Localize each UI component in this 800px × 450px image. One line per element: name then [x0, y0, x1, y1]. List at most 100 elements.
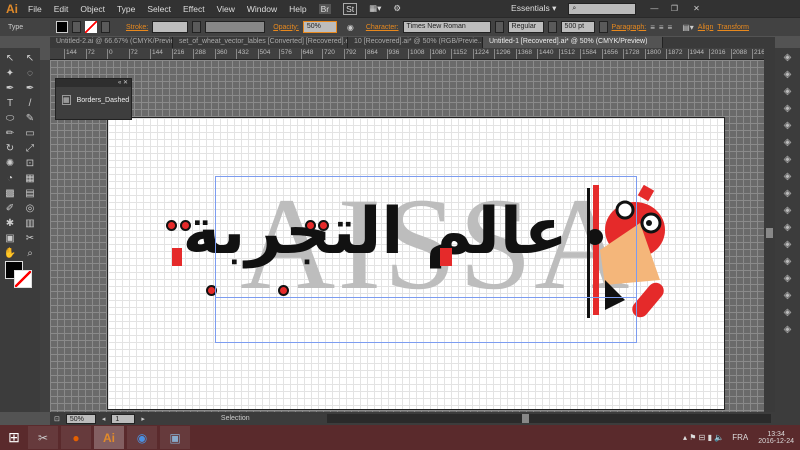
- zoom-tool-icon[interactable]: ⌕: [27, 248, 33, 263]
- transform-icon[interactable]: ◈: [784, 290, 792, 301]
- menu-object[interactable]: Object: [80, 4, 105, 14]
- symbols-icon[interactable]: ◈: [784, 120, 792, 131]
- stroke-weight-input[interactable]: [152, 21, 189, 33]
- windows-start-icon[interactable]: ⊞: [0, 429, 28, 446]
- chrome-icon[interactable]: ◉: [127, 426, 157, 449]
- menu-edit[interactable]: Edit: [54, 4, 69, 14]
- warp-tool-icon[interactable]: ✺: [6, 158, 14, 173]
- stroke-dropdown[interactable]: [101, 21, 110, 33]
- align-left-icon[interactable]: ≡: [650, 23, 655, 32]
- libraries-icon[interactable]: ◈: [784, 324, 792, 335]
- restore-button[interactable]: ❐: [664, 4, 684, 13]
- search-input[interactable]: ⌕: [568, 2, 637, 15]
- eraser-tool-icon[interactable]: ▭: [25, 128, 34, 143]
- variable-width-profile[interactable]: [205, 21, 266, 33]
- text-options-icon[interactable]: ▤▾: [682, 23, 694, 32]
- ellipse-tool-icon[interactable]: ⬭: [6, 113, 15, 128]
- fill-dropdown[interactable]: [72, 21, 81, 33]
- zoom-input[interactable]: 50%: [65, 413, 96, 424]
- close-button[interactable]: ✕: [684, 4, 708, 13]
- menu-help[interactable]: Help: [289, 4, 306, 14]
- horizontal-scrollbar[interactable]: [326, 414, 771, 423]
- menu-select[interactable]: Select: [147, 4, 171, 14]
- brushes-icon[interactable]: ◈: [784, 103, 792, 114]
- clock-date[interactable]: 2016-12-24: [758, 438, 794, 445]
- rotate-tool-icon[interactable]: ↻: [6, 143, 14, 158]
- opacity-label[interactable]: Opacity:: [273, 24, 299, 31]
- menu-file[interactable]: File: [28, 4, 42, 14]
- stock-button[interactable]: St: [343, 2, 358, 15]
- panel-header[interactable]: « ✕: [56, 79, 131, 87]
- selection-bounding-box[interactable]: [215, 176, 637, 343]
- align-link[interactable]: Align: [698, 24, 714, 31]
- artboard-icon[interactable]: ⊡: [54, 415, 60, 423]
- brushes-panel[interactable]: « ✕ ▦ Borders_Dashed: [55, 78, 132, 120]
- selection-tool-icon[interactable]: ↖: [6, 53, 14, 68]
- opacity-input[interactable]: 50%: [302, 21, 337, 33]
- menu-effect[interactable]: Effect: [183, 4, 205, 14]
- stroke-swatch[interactable]: [85, 21, 97, 33]
- curvature-tool-icon[interactable]: ✒: [26, 83, 34, 98]
- symbol-sprayer-tool-icon[interactable]: ✱: [6, 218, 14, 233]
- font-family-dropdown[interactable]: [494, 21, 504, 33]
- free-transform-tool-icon[interactable]: ⊡: [26, 158, 34, 173]
- links-icon[interactable]: ◈: [784, 307, 792, 318]
- shape-builder-tool-icon[interactable]: ◔: [7, 173, 13, 188]
- artboard-number-input[interactable]: 1: [111, 413, 136, 424]
- blend-tool-icon[interactable]: ◎: [26, 203, 35, 218]
- graphic-styles-icon[interactable]: ◈: [784, 205, 792, 216]
- magic-wand-tool-icon[interactable]: ✦: [6, 68, 14, 83]
- minimize-button[interactable]: —: [644, 4, 664, 13]
- firefox-icon[interactable]: ●: [61, 426, 91, 449]
- status-tool[interactable]: Selection: [221, 415, 321, 422]
- font-style-input[interactable]: Regular: [507, 21, 544, 33]
- align-icon[interactable]: ◈: [784, 273, 792, 284]
- menu-view[interactable]: View: [217, 4, 235, 14]
- arrange-docs-icon[interactable]: ▦▾: [369, 3, 381, 14]
- perspective-grid-tool-icon[interactable]: ▦: [25, 173, 34, 188]
- swatches-icon[interactable]: ◈: [784, 86, 792, 97]
- menu-window[interactable]: Window: [247, 4, 277, 14]
- font-style-dropdown[interactable]: [547, 21, 557, 33]
- next-artboard[interactable]: ▸: [141, 415, 145, 423]
- pathfinder-icon[interactable]: ◈: [784, 256, 792, 267]
- bridge-button[interactable]: Br: [318, 3, 332, 14]
- color-panel-icon[interactable]: ◈: [784, 52, 792, 63]
- pen-tool-icon[interactable]: ✒: [6, 83, 14, 98]
- horizontal-ruler[interactable]: 144 72 0 72 144 216 288 360 432 504 576 648 720 792 86…: [50, 48, 775, 60]
- snipping-tool-icon[interactable]: ✂: [28, 426, 58, 449]
- brush-name[interactable]: Borders_Dashed: [77, 97, 130, 104]
- character-label[interactable]: Character:: [366, 24, 399, 31]
- layers-icon[interactable]: ◈: [784, 222, 792, 233]
- stroke-label[interactable]: Stroke:: [126, 24, 148, 31]
- illustrator-icon[interactable]: Ai: [94, 426, 124, 449]
- font-size-dropdown[interactable]: [598, 21, 608, 33]
- type-tool-icon[interactable]: T: [7, 98, 13, 113]
- language-indicator[interactable]: FRA: [732, 433, 748, 442]
- graph-tool-icon[interactable]: ▥: [25, 218, 34, 233]
- tray-icons[interactable]: ▴ ⚑ ⊟ ▮ 🔈: [683, 433, 724, 442]
- gradient-icon[interactable]: ◈: [784, 154, 792, 165]
- line-tool-icon[interactable]: /: [29, 98, 32, 113]
- tab-untitled-1[interactable]: Untitled-1 [Recovered].ai* @ 50% (CMYK/P…: [483, 37, 663, 48]
- appearance-icon[interactable]: ◈: [784, 188, 792, 199]
- scroll-thumb[interactable]: [521, 414, 529, 423]
- transparency-icon[interactable]: ◈: [784, 171, 792, 182]
- scroll-thumb[interactable]: [766, 228, 773, 238]
- recolor-icon[interactable]: ◉: [347, 23, 354, 32]
- font-size-input[interactable]: 500 pt: [560, 21, 595, 33]
- scale-tool-icon[interactable]: ⤢: [26, 143, 34, 158]
- vertical-ruler[interactable]: [40, 60, 50, 412]
- transform-link[interactable]: Transform: [717, 24, 749, 31]
- fill-swatch[interactable]: [56, 21, 68, 33]
- prev-artboard[interactable]: ◂: [102, 415, 106, 423]
- pencil-tool-icon[interactable]: ✏: [6, 128, 14, 143]
- tab-10-recovered[interactable]: 10 [Recovered].ai* @ 50% (RGB/Previe...: [348, 37, 483, 48]
- stroke-weight-dropdown[interactable]: [192, 21, 202, 33]
- paintbrush-tool-icon[interactable]: ✎: [26, 113, 34, 128]
- tab-untitled-2[interactable]: Untitled-2.ai @ 66.67% (CMYK/Previe...: [50, 37, 173, 48]
- menu-type[interactable]: Type: [117, 4, 135, 14]
- gradient-tool-icon[interactable]: ▤: [25, 188, 34, 203]
- eyedropper-tool-icon[interactable]: ✐: [6, 203, 14, 218]
- clock-time[interactable]: 13:34: [758, 431, 794, 438]
